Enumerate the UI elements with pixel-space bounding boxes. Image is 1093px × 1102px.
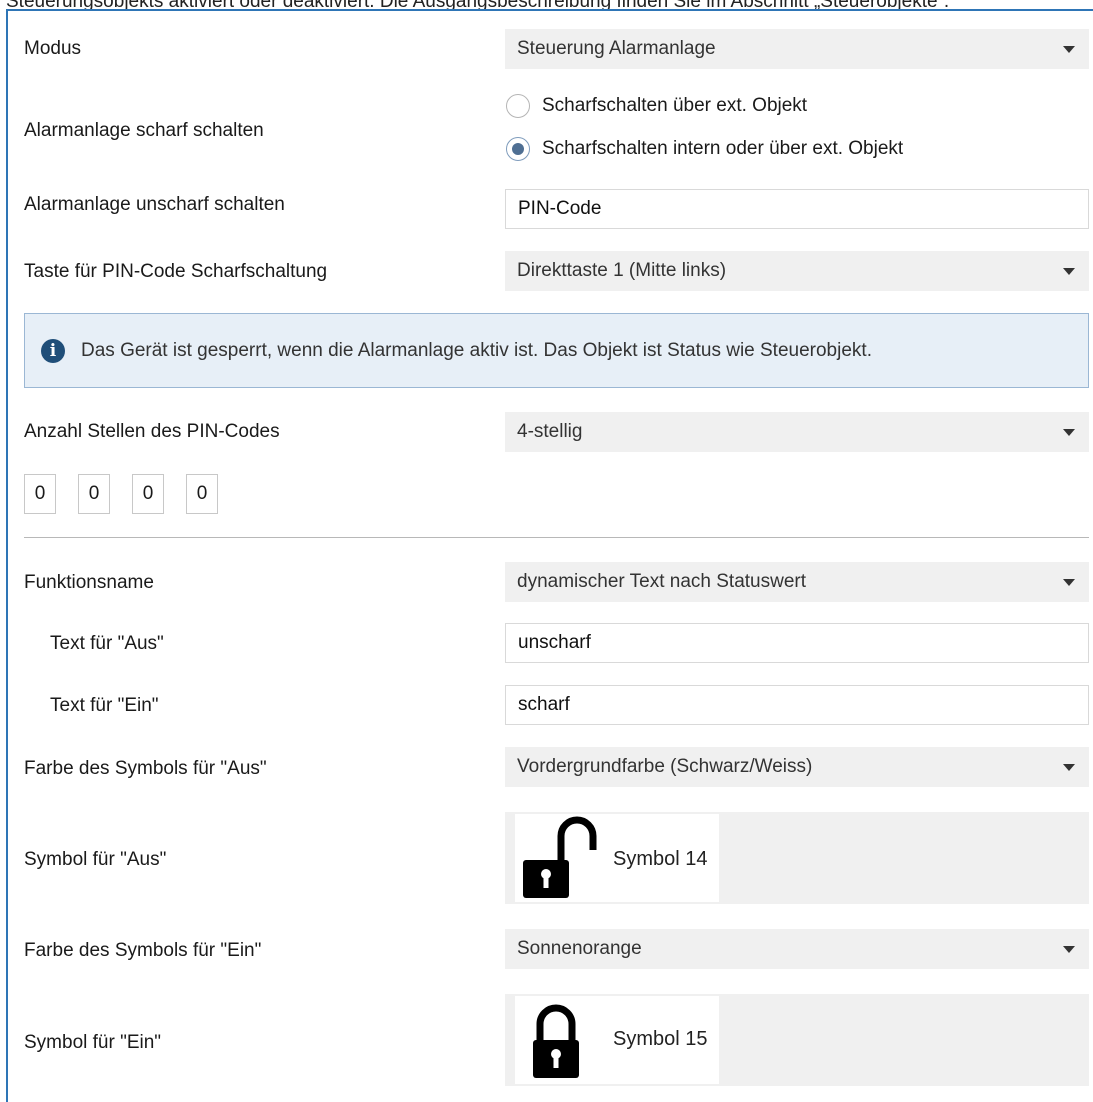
- chevron-down-icon: [1063, 429, 1075, 436]
- modus-value: Steuerung Alarmanlage: [517, 38, 716, 59]
- radio-option-label: Scharfschalten intern oder über ext. Obj…: [542, 138, 904, 159]
- chevron-down-icon: [1063, 579, 1075, 586]
- scharf-label: Alarmanlage scharf schalten: [24, 120, 264, 141]
- text-aus-value: unscharf: [518, 632, 591, 653]
- pin-digit-1[interactable]: 0: [24, 474, 56, 514]
- chevron-down-icon: [1063, 46, 1075, 53]
- text-aus-field[interactable]: unscharf: [505, 623, 1089, 663]
- symbol-ein-label: Symbol für "Ein": [24, 1032, 162, 1053]
- symbol-aus-select[interactable]: Symbol 14: [505, 812, 1089, 904]
- anzahl-value: 4-stellig: [517, 421, 583, 442]
- scharf-radio-group: Scharfschalten über ext. Objekt Scharfsc…: [506, 90, 1090, 165]
- text-ein-value: scharf: [518, 694, 570, 715]
- radio-option-intern[interactable]: Scharfschalten intern oder über ext. Obj…: [506, 133, 1090, 165]
- info-text: Das Gerät ist gesperrt, wenn die Alarman…: [81, 339, 872, 361]
- anzahl-label: Anzahl Stellen des PIN-Codes: [24, 421, 280, 442]
- text-ein-field[interactable]: scharf: [505, 685, 1089, 725]
- radio-unchecked-icon: [506, 94, 530, 118]
- text-aus-label: Text für "Aus": [50, 633, 164, 654]
- taste-select[interactable]: Direkttaste 1 (Mitte links): [505, 251, 1089, 291]
- pin-digit-2[interactable]: 0: [78, 474, 110, 514]
- modus-label: Modus: [24, 38, 82, 59]
- locked-padlock-icon: [533, 1004, 579, 1078]
- pin-digit-4[interactable]: 0: [186, 474, 218, 514]
- radio-checked-icon: [506, 137, 530, 161]
- farbe-ein-value: Sonnenorange: [517, 938, 642, 959]
- symbol-ein-select[interactable]: Symbol 15: [505, 994, 1089, 1086]
- symbol-aus-value: Symbol 14: [613, 848, 708, 870]
- info-icon: i: [41, 338, 65, 363]
- taste-value: Direkttaste 1 (Mitte links): [517, 260, 727, 281]
- unscharf-label: Alarmanlage unscharf schalten: [24, 194, 285, 215]
- radio-option-label: Scharfschalten über ext. Objekt: [542, 95, 808, 116]
- chevron-down-icon: [1063, 764, 1075, 771]
- farbe-aus-value: Vordergrundfarbe (Schwarz/Weiss): [517, 756, 813, 777]
- farbe-ein-select[interactable]: Sonnenorange: [505, 929, 1089, 969]
- farbe-aus-label: Farbe des Symbols für "Aus": [24, 758, 267, 779]
- farbe-aus-select[interactable]: Vordergrundfarbe (Schwarz/Weiss): [505, 747, 1089, 787]
- unscharf-field[interactable]: PIN-Code: [505, 189, 1089, 229]
- info-box: i Das Gerät ist gesperrt, wenn die Alarm…: [24, 313, 1089, 388]
- symbol-aus-label: Symbol für "Aus": [24, 849, 167, 870]
- unlocked-padlock-icon: [523, 816, 597, 898]
- anzahl-select[interactable]: 4-stellig: [505, 412, 1089, 452]
- symbol-ein-tile: Symbol 15: [515, 996, 719, 1084]
- modus-select[interactable]: Steuerung Alarmanlage: [505, 29, 1089, 69]
- symbol-ein-value: Symbol 15: [613, 1028, 708, 1050]
- farbe-ein-label: Farbe des Symbols für "Ein": [24, 940, 262, 961]
- chevron-down-icon: [1063, 946, 1075, 953]
- funktionsname-select[interactable]: dynamischer Text nach Statuswert: [505, 562, 1089, 602]
- funktionsname-value: dynamischer Text nach Statuswert: [517, 571, 807, 592]
- text-ein-label: Text für "Ein": [50, 695, 159, 716]
- unscharf-value: PIN-Code: [518, 198, 602, 219]
- taste-label: Taste für PIN-Code Scharfschaltung: [24, 261, 328, 282]
- pin-digit-3[interactable]: 0: [132, 474, 164, 514]
- chevron-down-icon: [1063, 268, 1075, 275]
- symbol-aus-tile: Symbol 14: [515, 814, 719, 902]
- radio-option-ext[interactable]: Scharfschalten über ext. Objekt: [506, 90, 1090, 122]
- section-divider: [24, 537, 1089, 538]
- funktionsname-label: Funktionsname: [24, 572, 154, 593]
